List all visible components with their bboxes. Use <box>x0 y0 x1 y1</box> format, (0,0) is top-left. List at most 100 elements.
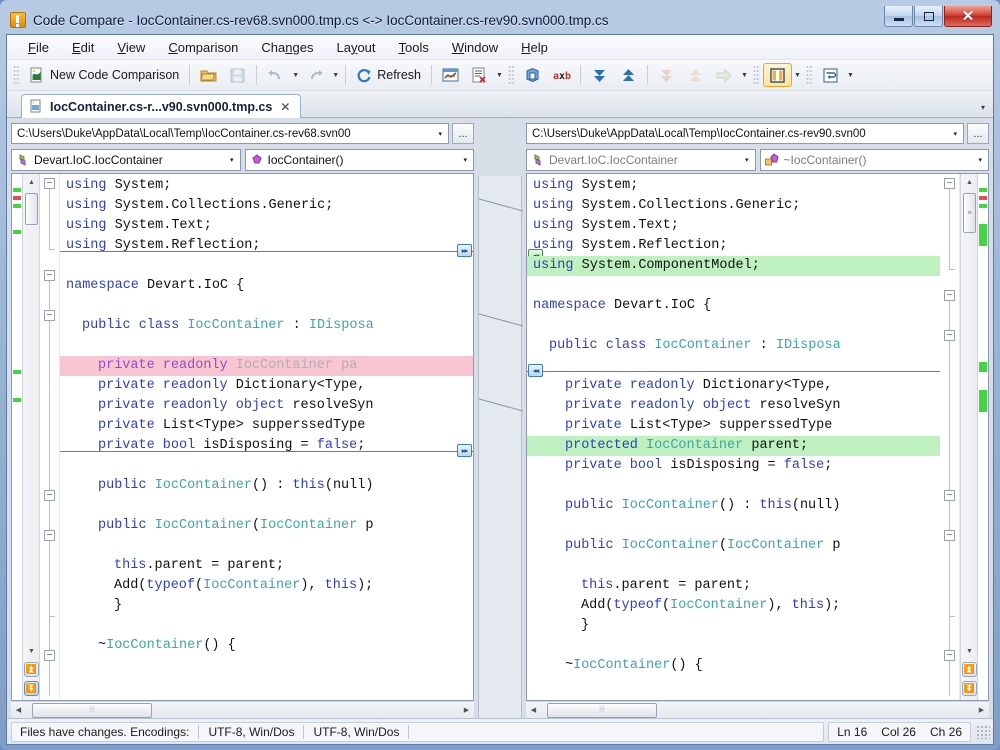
left-type-combo[interactable]: Devart.IoC.IocContainer ▾ <box>11 149 241 171</box>
fold-box[interactable]: − <box>44 650 55 661</box>
code-line[interactable] <box>60 336 473 356</box>
next-change-button[interactable] <box>585 63 614 87</box>
left-member-caret-icon[interactable]: ▾ <box>460 156 470 164</box>
code-line[interactable]: using System; <box>527 176 940 196</box>
right-type-combo[interactable]: Devart.IoC.IocContainer ▾ <box>526 149 756 171</box>
right-hscroll-left-arrow[interactable]: ◀ <box>526 703 541 718</box>
right-hscroll-track[interactable]: ⦙⦙⦙ <box>541 703 974 718</box>
toolbar-grip-2[interactable] <box>508 65 515 85</box>
code-line[interactable]: using System.Text; <box>527 216 940 236</box>
new-code-comparison-button[interactable]: New Code Comparison <box>23 63 185 87</box>
code-line[interactable]: Add(typeof(IocContainer), this); <box>60 576 473 596</box>
copy-right-button[interactable] <box>710 63 739 87</box>
left-vertical-scrollbar[interactable]: ▲ ▼ ⏫ ⏬ <box>23 174 40 700</box>
open-button[interactable] <box>194 63 223 87</box>
code-line[interactable]: public class IocContainer : IDisposa <box>60 316 473 336</box>
toolbar-grip[interactable] <box>13 65 20 85</box>
left-fold-margin[interactable]: − − − − − − <box>40 174 60 700</box>
code-line[interactable]: public IocContainer(IocContainer p <box>60 516 473 536</box>
fold-box[interactable]: − <box>44 178 55 189</box>
code-line[interactable]: Add(typeof(IocContainer), this); <box>527 596 940 616</box>
left-type-caret-icon[interactable]: ▾ <box>227 156 237 164</box>
code-line[interactable]: using System.Reflection; <box>60 236 473 256</box>
right-hscroll-right-arrow[interactable]: ▶ <box>974 703 989 718</box>
undo-dropdown-caret[interactable]: ▼ <box>290 64 301 86</box>
compare-files-button[interactable] <box>436 63 465 87</box>
code-line[interactable]: public IocContainer(IocContainer p <box>527 536 940 556</box>
code-line[interactable]: namespace Devart.IoC { <box>527 296 940 316</box>
code-line[interactable] <box>60 536 473 556</box>
left-change-bar[interactable] <box>12 174 23 700</box>
right-scroll-up-arrow[interactable]: ▲ <box>963 176 976 189</box>
right-member-caret-icon[interactable]: ▾ <box>975 156 985 164</box>
code-line[interactable]: public IocContainer() : this(null) <box>527 496 940 516</box>
resize-grip[interactable] <box>976 725 990 739</box>
code-line[interactable]: using System.Collections.Generic; <box>60 196 473 216</box>
report-button[interactable] <box>465 63 494 87</box>
code-line[interactable]: namespace Devart.IoC { <box>60 276 473 296</box>
undo-button[interactable] <box>261 63 290 87</box>
menu-view[interactable]: View <box>106 37 156 58</box>
code-line[interactable]: } <box>527 616 940 636</box>
code-line[interactable]: using System.ComponentModel; <box>527 256 940 276</box>
code-line[interactable]: this.parent = parent; <box>527 576 940 596</box>
right-change-bar[interactable] <box>977 174 988 700</box>
code-line[interactable] <box>527 476 940 496</box>
minimize-button[interactable] <box>884 6 913 27</box>
code-line[interactable]: this.parent = parent; <box>60 556 473 576</box>
menu-help[interactable]: Help <box>510 37 559 58</box>
right-scroll-down-arrow[interactable]: ▼ <box>963 645 976 658</box>
changes-dropdown-caret[interactable]: ▼ <box>739 64 750 86</box>
left-scroll-prev-diff-button[interactable]: ⏫ <box>24 662 39 677</box>
prev-change-button[interactable] <box>614 63 643 87</box>
code-line[interactable] <box>60 496 473 516</box>
code-line[interactable]: private bool isDisposing = false; <box>527 456 940 476</box>
fold-box[interactable]: − <box>44 490 55 501</box>
code-line[interactable]: ~IocContainer() { <box>527 656 940 676</box>
menu-tools[interactable]: Tools <box>388 37 440 58</box>
right-code-area[interactable]: ◂◂ ◂◂ ◂◂ using System;using System.Colle… <box>527 174 940 700</box>
save-button[interactable] <box>223 63 252 87</box>
menu-edit[interactable]: Edit <box>61 37 105 58</box>
code-line[interactable] <box>527 636 940 656</box>
fold-box[interactable]: − <box>944 530 955 541</box>
code-line[interactable] <box>527 316 940 336</box>
code-line[interactable]: private readonly Dictionary<Type, <box>60 376 473 396</box>
left-browse-button[interactable]: ... <box>452 123 474 144</box>
right-path-input[interactable]: C:\Users\Duke\AppData\Local\Temp\IocCont… <box>526 123 964 144</box>
right-browse-button[interactable]: ... <box>967 123 989 144</box>
fold-box[interactable]: − <box>944 330 955 341</box>
refresh-button[interactable]: Refresh <box>350 63 427 87</box>
code-line[interactable]: private List<Type> supperssedType <box>527 416 940 436</box>
right-horizontal-scrollbar[interactable]: ◀ ⦙⦙⦙ ▶ <box>526 701 989 718</box>
menu-layout[interactable]: Layout <box>325 37 386 58</box>
fold-box[interactable]: − <box>944 178 955 189</box>
left-hscroll-left-arrow[interactable]: ◀ <box>11 703 26 718</box>
layout-columns-button[interactable] <box>763 63 792 87</box>
left-path-caret-icon[interactable]: ▾ <box>434 130 446 138</box>
menu-window[interactable]: Window <box>441 37 509 58</box>
left-scroll-down-arrow[interactable]: ▼ <box>25 645 38 658</box>
redo-button[interactable] <box>301 63 330 87</box>
code-line[interactable]: protected IocContainer parent; <box>527 436 940 456</box>
left-scroll-next-diff-button[interactable]: ⏬ <box>24 681 39 696</box>
menu-comparison[interactable]: Comparison <box>157 37 249 58</box>
right-member-combo[interactable]: ~IocContainer() ▾ <box>760 149 990 171</box>
code-line[interactable]: using System.Text; <box>60 216 473 236</box>
left-hscroll-thumb[interactable]: ⦙⦙⦙ <box>32 703 152 718</box>
code-line[interactable]: using System; <box>60 176 473 196</box>
right-scroll-thumb[interactable]: ≡ <box>963 193 976 233</box>
compare-dropdown-caret[interactable]: ▼ <box>494 64 505 86</box>
menu-changes[interactable]: Changes <box>250 37 324 58</box>
code-line[interactable] <box>527 516 940 536</box>
tab-ioccontainer-comparison[interactable]: IocContainer.cs-r...v90.svn000.tmp.cs ✕ <box>21 94 301 118</box>
toolbar-grip-3[interactable] <box>753 65 760 85</box>
right-scroll-next-diff-button[interactable]: ⏬ <box>962 681 977 696</box>
left-member-combo[interactable]: IocContainer() ▾ <box>245 149 475 171</box>
code-line[interactable]: public IocContainer() : this(null) <box>60 476 473 496</box>
code-line[interactable]: private bool isDisposing = false; <box>60 436 473 456</box>
close-button[interactable]: ✕ <box>944 6 992 27</box>
fold-box[interactable]: − <box>944 490 955 501</box>
fold-box[interactable]: − <box>944 650 955 661</box>
left-path-input[interactable]: C:\Users\Duke\AppData\Local\Temp\IocCont… <box>11 123 449 144</box>
